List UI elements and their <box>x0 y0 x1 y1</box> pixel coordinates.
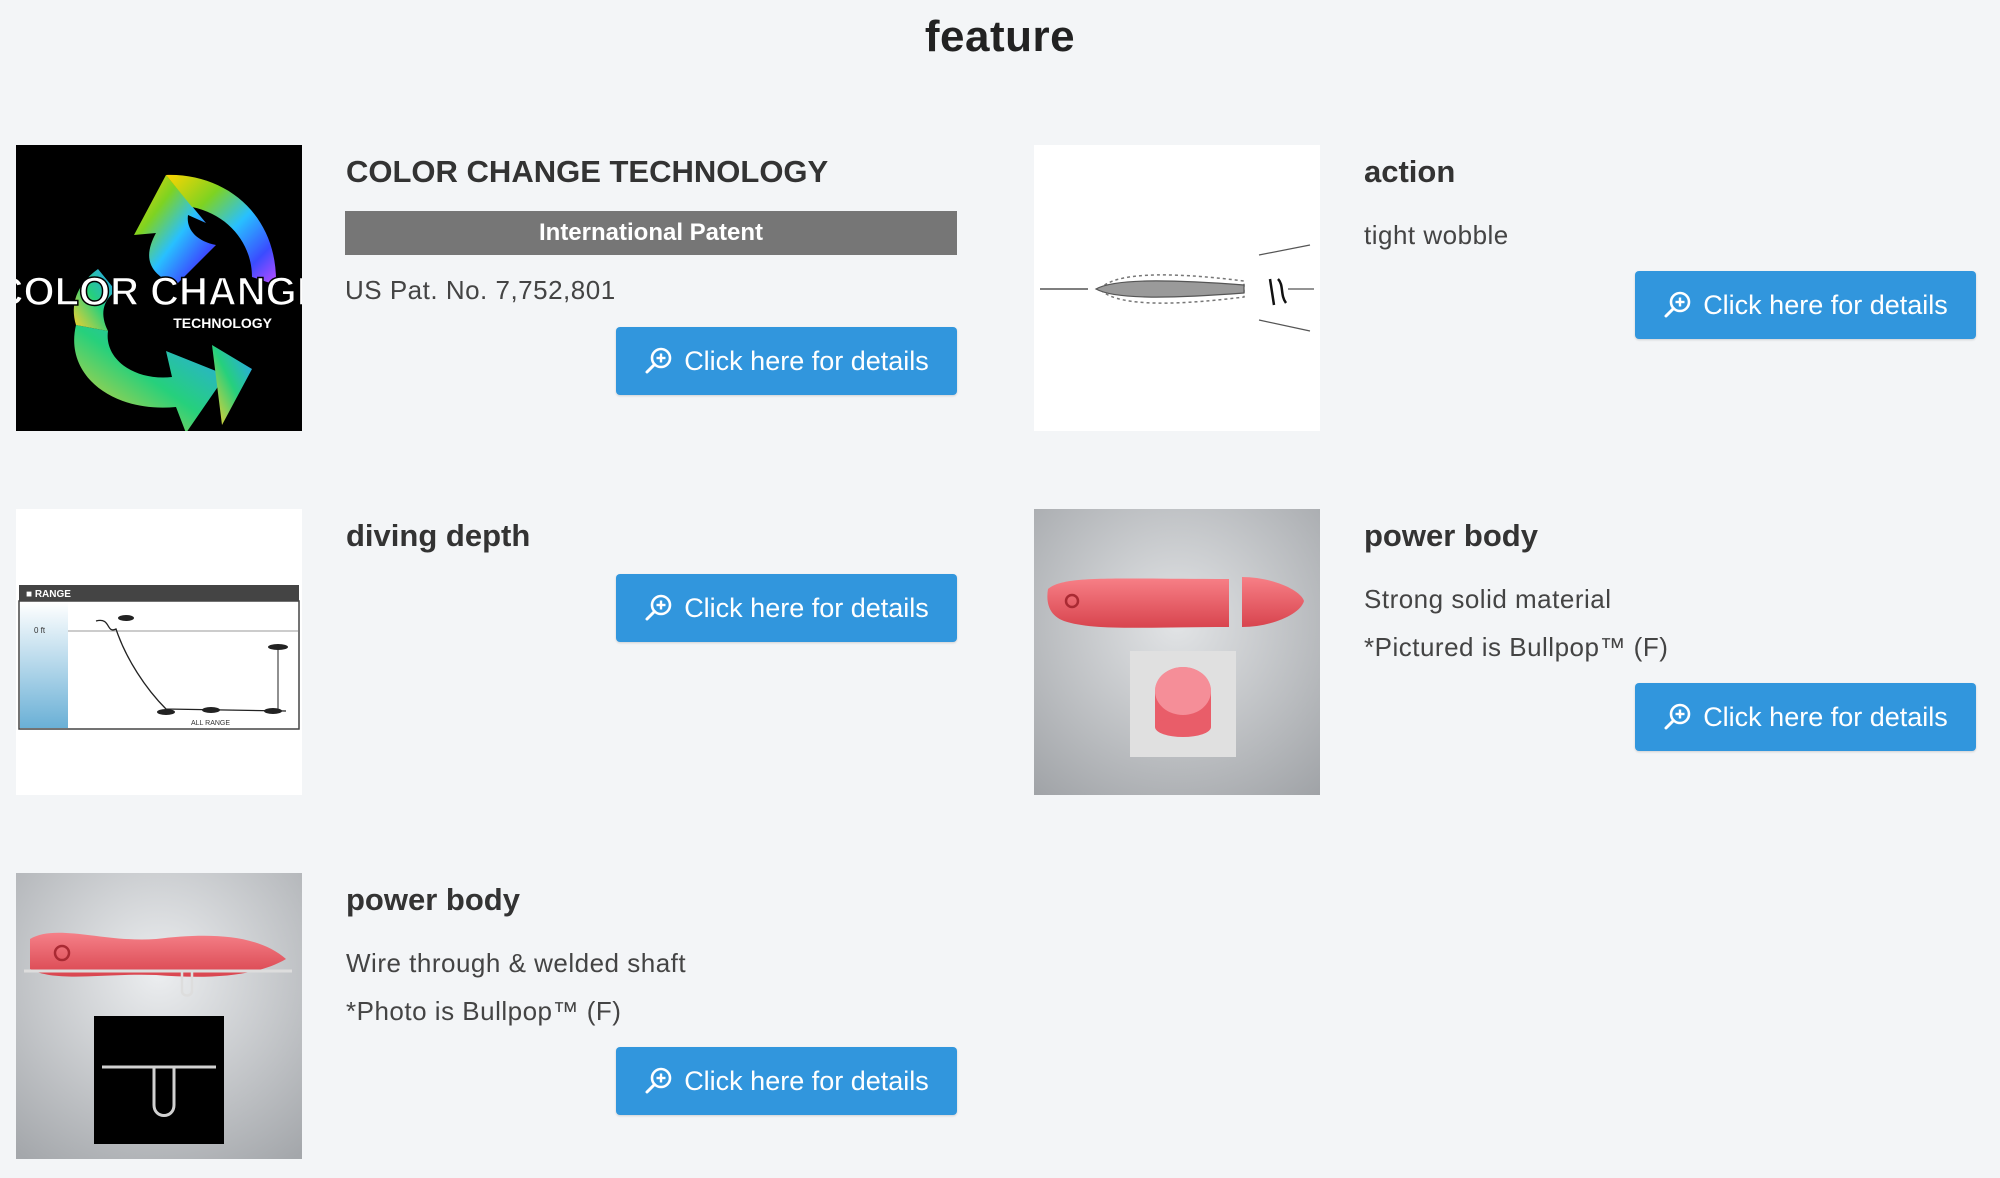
logo-text: COLOR CHANGE <box>16 270 302 314</box>
wire-through-photo <box>16 873 302 1159</box>
logo-subtext: TECHNOLOGY <box>173 315 272 331</box>
zoom-in-icon <box>645 347 672 374</box>
card-description: Wire through & welded shaft <box>346 948 687 978</box>
details-button[interactable]: Click here for details <box>616 574 957 642</box>
card-heading: diving depth <box>346 518 531 553</box>
depth-label: 0 ft <box>34 626 46 635</box>
button-label: Click here for details <box>1703 289 1948 320</box>
details-button[interactable]: Click here for details <box>1635 271 1976 339</box>
diving-depth-chart-image: ■ RANGE 0 ft ALL RANGE <box>16 509 302 795</box>
card-heading: power body <box>1364 518 1538 553</box>
zoom-in-icon <box>645 594 672 621</box>
patent-badge: International Patent <box>345 211 957 255</box>
zoom-in-icon <box>1664 291 1691 318</box>
card-note: *Pictured is Bullpop™ (F) <box>1364 632 1669 662</box>
zoom-in-icon <box>1664 703 1691 730</box>
action-diagram-image <box>1034 145 1320 431</box>
details-button[interactable]: Click here for details <box>1635 683 1976 751</box>
zoom-in-icon <box>645 1067 672 1094</box>
patent-number: US Pat. No. 7,752,801 <box>345 275 616 305</box>
card-heading: power body <box>346 882 520 917</box>
button-label: Click here for details <box>1703 701 1948 732</box>
details-button[interactable]: Click here for details <box>616 1047 957 1115</box>
all-range-label: ALL RANGE <box>191 720 230 727</box>
card-heading: COLOR CHANGE TECHNOLOGY <box>346 154 829 189</box>
button-label: Click here for details <box>684 1065 929 1096</box>
card-description: Strong solid material <box>1364 584 1612 614</box>
color-change-logo-image: COLOR CHANGE TECHNOLOGY <box>16 145 302 431</box>
button-label: Click here for details <box>684 345 929 376</box>
details-button[interactable]: Click here for details <box>616 327 957 395</box>
range-label: ■ RANGE <box>26 589 71 600</box>
solid-body-photo <box>1034 509 1320 795</box>
card-note: *Photo is Bullpop™ (F) <box>346 996 622 1026</box>
page-title: feature <box>924 12 1076 61</box>
button-label: Click here for details <box>684 592 929 623</box>
card-heading: action <box>1364 154 1456 189</box>
card-description: tight wobble <box>1364 220 1509 250</box>
